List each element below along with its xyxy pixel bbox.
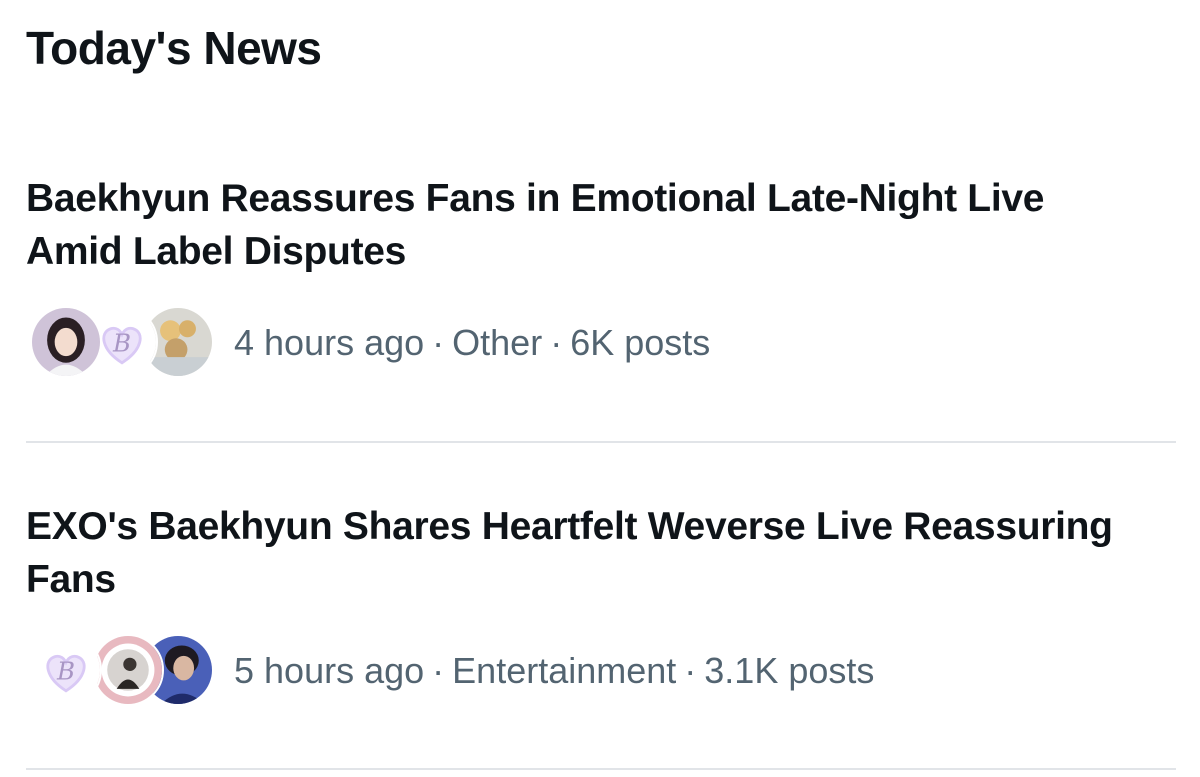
meta-separator: · <box>550 322 563 363</box>
meta-separator: · <box>432 650 445 691</box>
news-headline[interactable]: EXO's Baekhyun Shares Heartfelt Weverse … <box>26 500 1146 606</box>
news-category: Entertainment <box>452 650 677 691</box>
svg-text:B: B <box>56 656 75 685</box>
news-headline[interactable]: Baekhyun Reassures Fans in Emotional Lat… <box>26 172 1146 278</box>
meta-separator: · <box>432 322 445 363</box>
avatar: B <box>30 634 102 706</box>
news-meta-row: B 5 hours ago · Entertainment · 3.1K pos… <box>30 634 874 710</box>
news-meta: 4 hours ago · Other · 6K posts <box>234 320 710 366</box>
news-time: 4 hours ago <box>234 322 425 363</box>
section-title: Today's News <box>26 22 322 74</box>
divider <box>26 768 1176 770</box>
avatar <box>92 634 164 706</box>
news-category: Other <box>452 322 543 363</box>
svg-text:B: B <box>112 328 131 357</box>
avatar-stack: B <box>30 306 214 382</box>
avatar <box>30 306 102 378</box>
divider <box>26 441 1176 443</box>
meta-separator: · <box>684 650 697 691</box>
avatar-stack: B <box>30 634 214 710</box>
todays-news-panel: Today's News Baekhyun Reassures Fans in … <box>0 0 1200 777</box>
news-time: 5 hours ago <box>234 650 425 691</box>
news-item[interactable]: Baekhyun Reassures Fans in Emotional Lat… <box>0 170 1200 442</box>
news-meta: 5 hours ago · Entertainment · 3.1K posts <box>234 648 874 694</box>
news-meta-row: B 4 hours ago · Other · 6K posts <box>30 306 710 382</box>
news-item[interactable]: EXO's Baekhyun Shares Heartfelt Weverse … <box>0 498 1200 770</box>
news-post-count: 6K posts <box>570 322 711 363</box>
news-post-count: 3.1K posts <box>704 650 875 691</box>
